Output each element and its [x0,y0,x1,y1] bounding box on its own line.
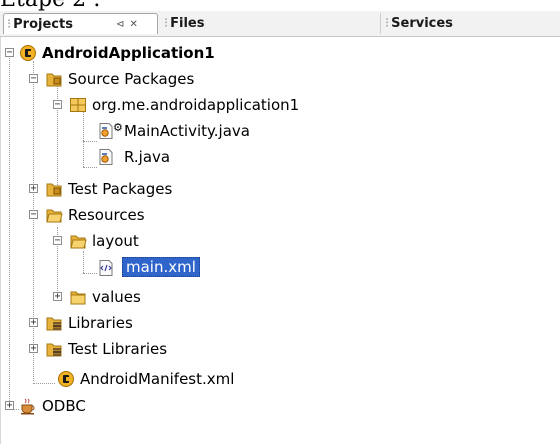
mainactivity-label: MainActivity.java [124,122,250,140]
tree-line [83,251,84,273]
tab-controls[interactable]: ⊲ ✕ [116,14,139,35]
expand-icon[interactable]: + [53,292,62,302]
project-name: AndroidApplication1 [42,44,215,62]
tree-line [33,383,55,384]
tab-files[interactable]: ⁝ Files [161,13,381,34]
xml-file-icon [99,260,113,276]
tab-services-label: Services [391,16,453,31]
package-icon [70,98,86,112]
collapse-icon[interactable]: − [29,210,38,220]
collapse-icon[interactable]: − [53,100,62,110]
grip-icon: ⁝ [7,17,11,32]
tree-line [83,141,97,142]
collapse-icon[interactable]: − [5,48,14,58]
rjava-label: R.java [124,148,171,166]
tab-services[interactable]: ⁝ Services [382,13,558,34]
source-packages-label: Source Packages [68,70,195,88]
grip-icon: ⁝ [385,16,389,31]
layout-label: layout [92,232,139,250]
tab-files-label: Files [170,16,205,31]
expand-icon[interactable]: + [29,184,38,194]
folder-icon [70,291,86,305]
run-badge-icon: ⚙ [113,121,123,134]
tree-line [83,273,97,274]
tree-line [57,79,58,193]
odbc-label: ODBC [42,397,86,415]
tree-line [83,167,97,168]
package-label: org.me.androidapplication1 [92,96,300,114]
coffee-cup-icon [21,398,35,415]
libraries-label: Libraries [68,314,133,332]
test-packages-label: Test Packages [68,180,173,198]
tree-line [33,61,34,381]
manifest-label: AndroidManifest.xml [80,370,235,388]
libraries-icon [46,317,62,331]
expand-icon[interactable]: + [29,318,38,328]
android-manifest-icon [58,371,74,387]
source-packages-icon [46,73,62,87]
folder-open-icon [70,235,87,249]
resources-label: Resources [68,206,145,224]
project-tree[interactable]: − AndroidApplication1 − Source Packages … [0,37,559,444]
main-xml-label: main.xml [122,257,200,277]
expand-icon[interactable]: + [5,401,14,411]
test-libraries-icon [46,343,62,357]
java-file-icon [99,149,113,165]
folder-open-icon [46,209,63,223]
caption-text: Etape 2 : [0,0,560,11]
tab-projects[interactable]: ⁝ Projects ⊲ ✕ [3,13,158,34]
test-libraries-label: Test Libraries [68,340,168,358]
test-packages-icon [46,183,62,197]
tab-projects-label: Projects [13,17,73,32]
tree-line [9,49,10,409]
collapse-icon[interactable]: − [53,236,62,246]
tab-bar: ⁝ Projects ⊲ ✕ ⁝ Files ⁝ Services [0,11,560,37]
grip-icon: ⁝ [164,16,168,31]
collapse-icon[interactable]: − [29,74,38,84]
values-label: values [92,288,141,306]
expand-icon[interactable]: + [29,344,38,354]
android-project-icon [20,45,36,61]
